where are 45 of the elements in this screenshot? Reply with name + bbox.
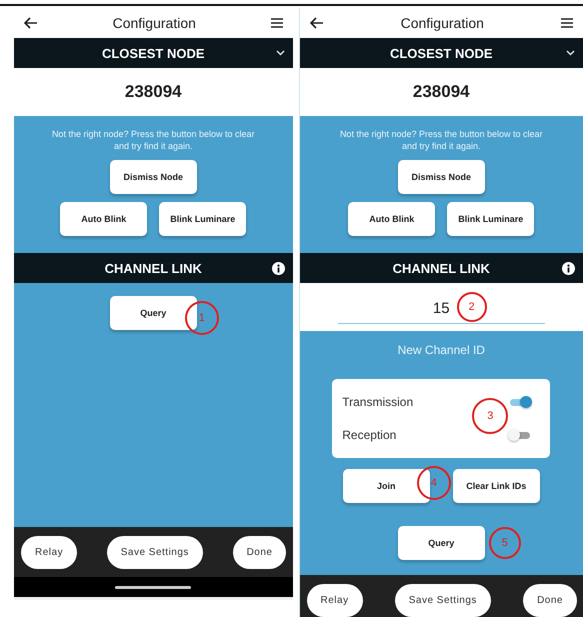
annotation-circle: 3 [472,398,508,434]
hint-text: Not the right node? Press the button below to clear and try find it again. [338,128,544,152]
query-button[interactable]: Query [110,296,197,330]
dismiss-node-button[interactable]: Dismiss Node [110,160,197,194]
toggle-switch[interactable] [508,396,532,408]
link-button[interactable]: Clear Link IDs [452,469,540,503]
chevron-down-icon[interactable] [566,50,575,56]
toggle-label: Reception [342,428,396,442]
node-id: 238094 [300,68,583,116]
section-header[interactable]: CLOSEST NODE [14,38,292,68]
annotation-circle: 2 [456,292,486,322]
section-header[interactable]: CLOSEST NODE [300,38,583,68]
info-icon [562,262,575,274]
blink-button[interactable]: Blink Luminare [159,202,246,236]
menu-icon[interactable] [270,18,282,28]
query-button[interactable]: Query [398,526,485,560]
info-icon [272,262,284,274]
toggle-label: Transmission [342,394,414,409]
home-indicator[interactable] [115,586,192,588]
blink-button[interactable]: Auto Blink [60,202,148,236]
back-icon[interactable] [24,17,38,29]
screen-title: Configuration [112,15,196,31]
annotation-circle: 1 [184,301,219,335]
link-button[interactable]: Join [342,469,430,503]
node-id: 238094 [14,68,292,116]
hint-text: Not the right node? Press the button below to clear and try find it again. [50,128,256,152]
back-icon[interactable] [310,17,324,29]
chevron-down-icon[interactable] [276,50,284,56]
blink-button[interactable]: Auto Blink [348,202,436,236]
footer-button[interactable]: Relay [21,536,78,568]
blink-button[interactable]: Blink Luminare [447,202,534,236]
footer-button[interactable]: Save Settings [106,536,203,568]
footer-button[interactable]: Save Settings [394,584,491,616]
footer-button[interactable]: Done [232,536,286,568]
section-header: CHANNEL LINK [14,253,292,283]
footer-button[interactable]: Relay [306,584,363,616]
annotation-circle: 5 [488,527,521,559]
field-label: New Channel ID [398,343,485,357]
footer-button[interactable]: Done [523,584,577,616]
toggle-switch[interactable] [508,429,532,442]
annotation-circle: 4 [416,466,451,500]
menu-icon[interactable] [561,18,573,28]
section-header: CHANNEL LINK [300,253,583,283]
screen-title: Configuration [400,15,484,31]
dismiss-node-button[interactable]: Dismiss Node [398,160,485,194]
